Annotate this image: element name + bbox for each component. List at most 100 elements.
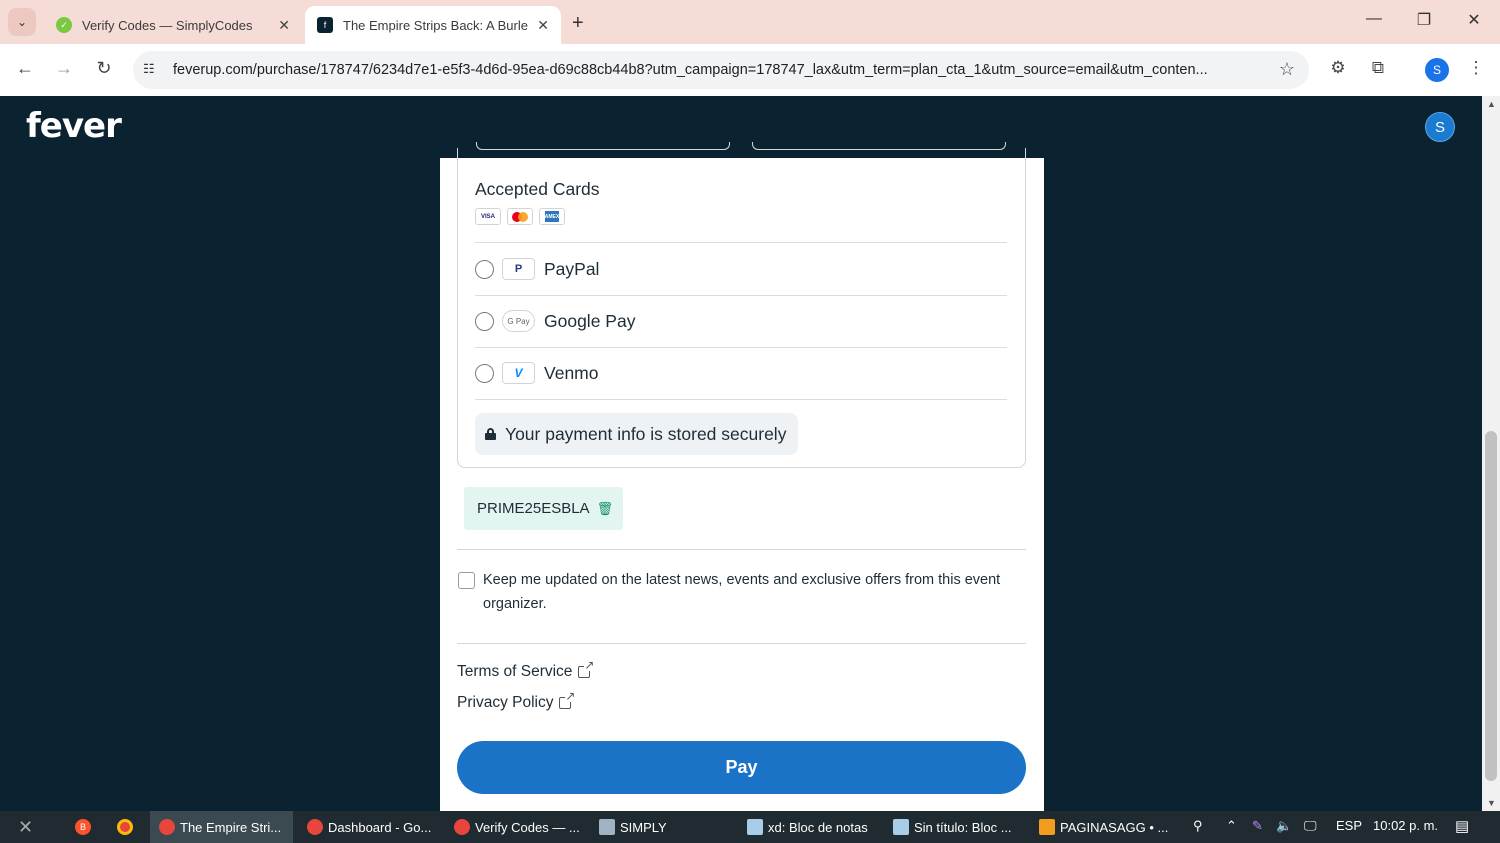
tab-title: The Empire Strips Back: A Burle — [343, 17, 528, 33]
brave-icon[interactable]: B — [75, 811, 96, 843]
language-indicator[interactable]: ESP — [1336, 818, 1362, 833]
taskbar-item-dashboard[interactable]: Dashboard - Go... — [298, 811, 441, 843]
google-pay-radio[interactable] — [475, 311, 494, 331]
sublime-icon — [1039, 819, 1055, 835]
pen-icon[interactable]: ✎ — [1252, 818, 1263, 834]
chrome-icon — [454, 819, 470, 835]
taskbar-item-simply[interactable]: SIMPLY — [590, 811, 733, 843]
chevron-up-icon[interactable]: ⌃ — [1226, 818, 1237, 834]
terms-of-service-link[interactable]: Terms of Service — [457, 659, 595, 681]
menu-kebab-icon[interactable]: ⋮ — [1464, 58, 1488, 78]
people-icon[interactable]: ⚲ — [1193, 818, 1203, 834]
network-icon[interactable]: 🖵 — [1304, 818, 1317, 834]
paypal-icon: P — [502, 258, 535, 280]
url-text[interactable]: feverup.com/purchase/178747/6234d7e1-e5f… — [173, 62, 1269, 78]
extension-icon[interactable]: ⚙ — [1326, 58, 1350, 78]
privacy-policy-link[interactable]: Privacy Policy — [457, 690, 576, 712]
close-window-icon[interactable]: ✕ — [1459, 10, 1489, 30]
site-info-icon[interactable]: ☷ — [143, 61, 161, 79]
scroll-down-icon[interactable]: ▼ — [1487, 798, 1496, 808]
secure-text: Your payment info is stored securely — [505, 423, 787, 444]
chrome-icon[interactable] — [117, 811, 138, 843]
taskbar-item-notepad-xd[interactable]: xd: Bloc de notas — [738, 811, 881, 843]
scroll-up-icon[interactable]: ▲ — [1487, 99, 1496, 109]
notifications-icon[interactable]: ▤ — [1455, 817, 1469, 835]
browser-toolbar: ← → ↻ ☷ feverup.com/purchase/178747/6234… — [0, 44, 1500, 96]
close-tab-icon[interactable]: ✕ — [537, 17, 549, 34]
newsletter-checkbox[interactable] — [458, 572, 475, 589]
payment-option-venmo[interactable]: V Venmo — [475, 358, 1007, 388]
bookmark-star-icon[interactable]: ☆ — [1279, 59, 1295, 80]
reload-button[interactable]: ↻ — [92, 58, 116, 79]
payment-option-paypal[interactable]: P PayPal — [475, 254, 1007, 284]
tab-verify-codes[interactable]: ✓ Verify Codes — SimplyCodes ✕ — [44, 6, 302, 44]
windows-taskbar: ✕ B The Empire Stri... Dashboard - Go...… — [0, 811, 1500, 843]
card-field-partial[interactable] — [752, 142, 1006, 150]
google-pay-icon: G Pay — [502, 310, 535, 332]
taskbar-item-empire[interactable]: The Empire Stri... — [150, 811, 293, 843]
accepted-cards: VISA AMEX — [475, 208, 565, 225]
divider — [475, 347, 1007, 348]
taskbar-item-paginasagg[interactable]: PAGINASAGG • ... — [1030, 811, 1173, 843]
taskbar-label: SIMPLY — [620, 819, 667, 835]
divider — [475, 242, 1007, 243]
clock[interactable]: 10:02 p. m. — [1373, 818, 1438, 833]
start-x-icon[interactable]: ✕ — [18, 811, 33, 843]
card-field-partial[interactable] — [476, 142, 730, 150]
tab-empire-strips-back[interactable]: f The Empire Strips Back: A Burle ✕ — [305, 6, 561, 44]
user-avatar[interactable]: S — [1425, 112, 1455, 142]
privacy-label[interactable]: Privacy Policy — [457, 694, 553, 712]
terms-label[interactable]: Terms of Service — [457, 663, 572, 681]
restore-icon[interactable]: ❐ — [1409, 10, 1439, 30]
google-pay-label: Google Pay — [544, 310, 636, 331]
taskbar-item-verify-codes[interactable]: Verify Codes — ... — [445, 811, 588, 843]
extensions-puzzle-icon[interactable]: ⧉ — [1366, 58, 1390, 78]
tab-search-button[interactable]: ⌄ — [8, 8, 36, 36]
accepted-cards-label: Accepted Cards — [475, 179, 600, 199]
payment-option-google-pay[interactable]: G Pay Google Pay — [475, 306, 1007, 336]
page-viewport: fever S Accepted Cards VISA AMEX P PayPa… — [0, 96, 1482, 811]
external-link-icon — [578, 659, 595, 678]
taskbar-label: The Empire Stri... — [180, 819, 282, 835]
lock-icon — [485, 428, 496, 440]
paypal-label: PayPal — [544, 258, 600, 279]
taskbar-label: Dashboard - Go... — [328, 819, 432, 835]
pay-button[interactable]: Pay — [457, 741, 1026, 794]
paypal-radio[interactable] — [475, 259, 494, 279]
simplycodes-icon: ✓ — [56, 17, 72, 33]
external-link-icon — [559, 690, 576, 709]
taskbar-label: xd: Bloc de notas — [768, 819, 868, 835]
notepad-icon — [747, 819, 763, 835]
checkout-panel: Accepted Cards VISA AMEX P PayPal G Pay … — [440, 142, 1044, 811]
venmo-icon: V — [502, 362, 535, 384]
amex-card-icon: AMEX — [539, 208, 565, 225]
page-scrollbar[interactable]: ▲ ▼ — [1482, 96, 1500, 811]
close-tab-icon[interactable]: ✕ — [278, 17, 290, 34]
divider — [457, 643, 1026, 644]
trash-icon[interactable]: 🗑 — [597, 501, 614, 517]
chrome-icon — [159, 819, 175, 835]
taskbar-item-notepad-untitled[interactable]: Sin título: Bloc ... — [884, 811, 1027, 843]
forward-button[interactable]: → — [52, 58, 76, 79]
new-tab-button[interactable]: + — [572, 12, 584, 35]
newsletter-optin-label[interactable]: Keep me updated on the latest news, even… — [483, 568, 1003, 616]
fever-logo[interactable]: fever — [26, 106, 122, 146]
mastercard-icon — [507, 208, 533, 225]
chrome-icon — [307, 819, 323, 835]
promo-code-chip: PRIME25ESBLA 🗑 — [464, 487, 623, 530]
promo-code-text: PRIME25ESBLA — [477, 500, 590, 517]
minimize-icon[interactable]: — — [1359, 10, 1389, 28]
profile-avatar[interactable]: S — [1425, 58, 1449, 82]
taskbar-label: PAGINASAGG • ... — [1060, 819, 1169, 835]
scrollbar-thumb[interactable] — [1485, 431, 1497, 781]
taskbar-label: Sin título: Bloc ... — [914, 819, 1012, 835]
folder-icon — [599, 819, 615, 835]
back-button[interactable]: ← — [13, 58, 37, 79]
taskbar-label: Verify Codes — ... — [475, 819, 580, 835]
venmo-radio[interactable] — [475, 363, 494, 383]
volume-icon[interactable]: 🔈 — [1276, 818, 1292, 834]
divider — [475, 295, 1007, 296]
address-bar[interactable]: ☷ feverup.com/purchase/178747/6234d7e1-e… — [133, 51, 1309, 89]
divider — [475, 399, 1007, 400]
tab-strip: ⌄ ✓ Verify Codes — SimplyCodes ✕ f The E… — [0, 0, 1500, 44]
